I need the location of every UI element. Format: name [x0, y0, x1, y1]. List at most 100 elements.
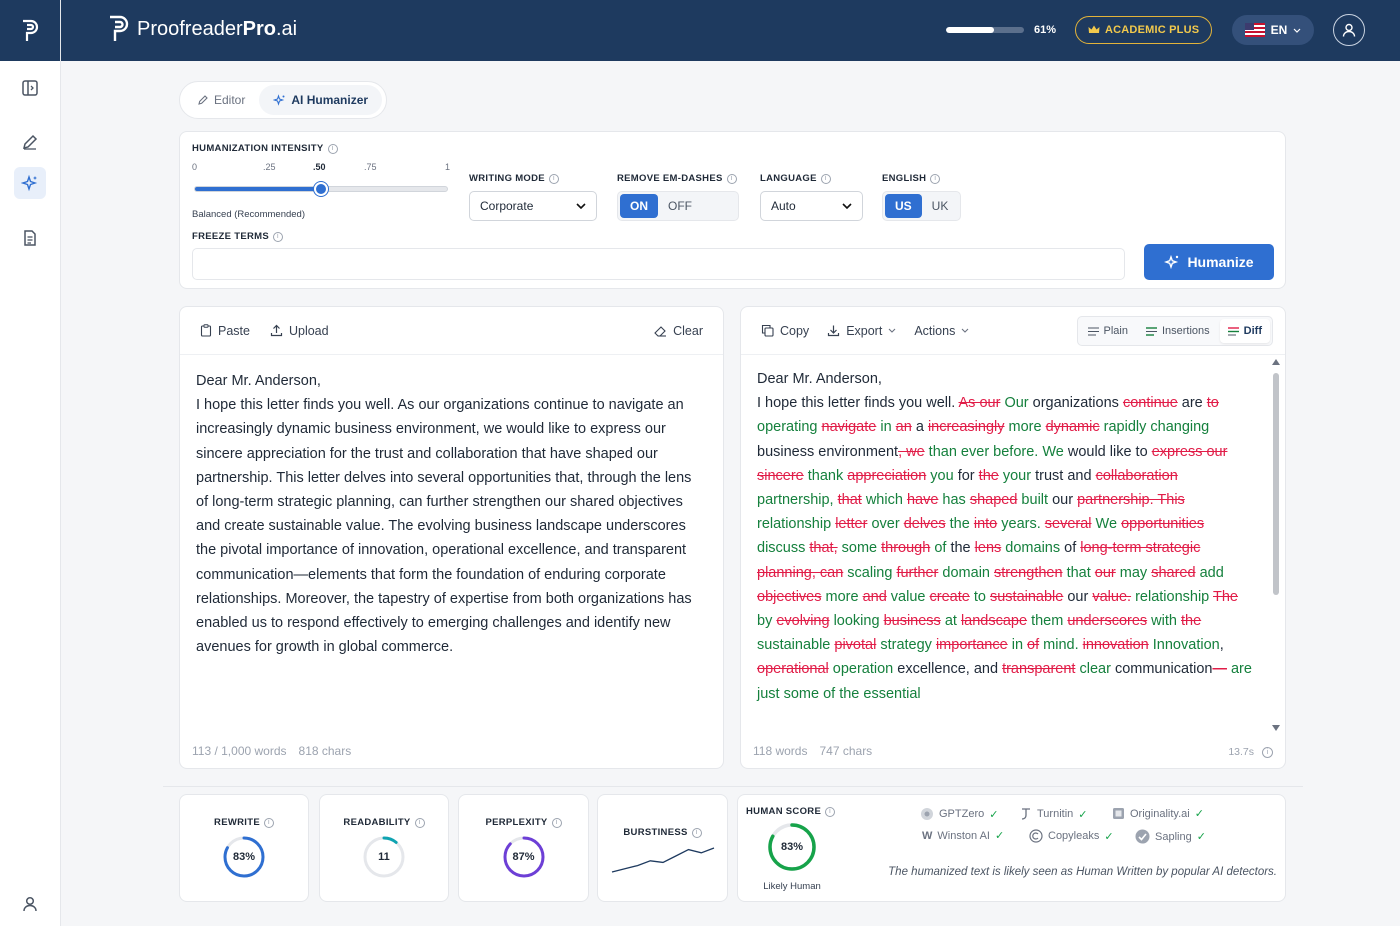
english-variant-toggle: US UK — [882, 191, 961, 221]
turnitin-icon — [1021, 808, 1030, 820]
sidebar — [0, 0, 61, 926]
info-icon[interactable]: i — [726, 173, 737, 184]
top-bar: ProofreaderPro.ai 61% ACADEMIC PLUS EN — [61, 0, 1400, 61]
info-icon[interactable]: i — [414, 817, 425, 828]
inserted-text: than ever before. We — [924, 443, 1068, 460]
input-text-area[interactable]: Dear Mr. Anderson, I hope this letter fi… — [180, 355, 723, 673]
tick-label: .75 — [364, 162, 377, 172]
inserted-text: has — [938, 492, 970, 509]
metric-label: READABILITY i — [320, 817, 448, 828]
deleted-text: pivotal — [834, 637, 877, 654]
inserted-text: relationship — [757, 516, 836, 533]
document-icon — [24, 230, 36, 246]
inserted-text: discuss — [757, 540, 810, 557]
input-body: I hope this letter finds you well. As ou… — [196, 397, 692, 656]
sidebar-toggle-button[interactable] — [14, 72, 46, 104]
info-icon[interactable]: i — [691, 827, 702, 838]
unchanged-text: communication — [1114, 661, 1213, 678]
scroll-down-icon[interactable] — [1272, 725, 1280, 731]
tab-ai-humanizer[interactable]: AI Humanizer — [259, 85, 383, 115]
deleted-text: our — [1094, 564, 1116, 581]
info-icon[interactable]: i — [263, 817, 274, 828]
copy-button[interactable]: Copy — [761, 324, 809, 338]
deleted-text: the — [1181, 613, 1202, 630]
sidebar-item-account[interactable] — [14, 888, 46, 920]
info-icon[interactable]: i — [930, 173, 941, 184]
upload-button[interactable]: Upload — [270, 324, 329, 338]
copyleaks-icon — [1029, 829, 1043, 843]
em-dash-off-option[interactable]: OFF — [658, 194, 702, 218]
profile-button[interactable] — [1333, 14, 1365, 46]
view-diff[interactable]: Diff — [1219, 319, 1270, 343]
inserted-text: over — [867, 516, 904, 533]
clear-button[interactable]: Clear — [654, 324, 703, 338]
paste-button[interactable]: Paste — [200, 324, 250, 338]
inserted-text: sustainable — [757, 637, 835, 654]
sidebar-item-documents[interactable] — [14, 222, 46, 254]
output-diff-text[interactable]: Dear Mr. Anderson, I hope this letter fi… — [741, 355, 1285, 723]
intensity-slider[interactable] — [194, 182, 448, 196]
intensity-slider-handle[interactable] — [314, 182, 328, 196]
inserted-text: them — [1027, 613, 1068, 630]
view-insertions[interactable]: Insertions — [1138, 319, 1218, 343]
inserted-text: mind. — [1039, 637, 1083, 654]
english-uk-option[interactable]: UK — [922, 194, 959, 218]
language-selector[interactable]: EN — [1232, 15, 1314, 45]
export-button[interactable]: Export — [827, 324, 896, 338]
plan-badge[interactable]: ACADEMIC PLUS — [1075, 16, 1213, 44]
upload-label: Upload — [288, 323, 329, 338]
inserted-text: clear — [1075, 661, 1115, 678]
info-icon[interactable]: i — [551, 817, 562, 828]
clipboard-icon — [200, 324, 212, 337]
sapling-icon — [1135, 829, 1150, 844]
copy-label: Copy — [780, 323, 810, 338]
unchanged-text: , — [1219, 637, 1224, 654]
info-icon[interactable]: i — [820, 173, 831, 184]
scroll-up-icon[interactable] — [1272, 359, 1280, 365]
actions-label: Actions — [914, 323, 956, 338]
output-time: 13.7s — [1228, 746, 1254, 758]
english-us-option[interactable]: US — [885, 194, 922, 218]
deleted-text: shared — [1151, 564, 1196, 581]
sidebar-item-editor[interactable] — [14, 126, 46, 158]
metric-label-text: REWRITE — [214, 817, 260, 828]
inserted-text: strategy — [876, 637, 936, 654]
em-dash-label-text: REMOVE EM-DASHES — [617, 173, 723, 184]
gptzero-icon — [921, 808, 933, 820]
inserted-text: the — [945, 516, 974, 533]
detector-sapling: Sapling ✓ — [1135, 829, 1206, 844]
info-icon[interactable]: i — [1262, 746, 1273, 758]
output-scrollbar[interactable] — [1272, 359, 1280, 731]
info-icon[interactable]: i — [825, 806, 836, 817]
info-icon[interactable]: i — [327, 143, 338, 154]
info-icon[interactable]: i — [272, 231, 283, 242]
inserted-text: partnership, — [757, 492, 838, 509]
humanize-button[interactable]: Humanize — [1144, 244, 1274, 280]
em-dash-on-option[interactable]: ON — [620, 194, 658, 218]
writing-mode-select[interactable]: Corporate — [469, 191, 597, 221]
scroll-thumb[interactable] — [1273, 373, 1279, 595]
actions-menu[interactable]: Actions — [914, 324, 969, 338]
diff-icon — [1227, 326, 1239, 335]
logo-icon — [23, 19, 39, 41]
detector-name: Winston AI — [937, 829, 990, 842]
view-plain-label: Plain — [1103, 325, 1128, 337]
view-plain[interactable]: Plain — [1080, 319, 1136, 343]
tab-editor[interactable]: Editor — [183, 85, 259, 115]
brand-logo[interactable]: ProofreaderPro.ai — [107, 14, 297, 44]
burstiness-sparkline — [611, 847, 715, 873]
chevron-down-icon — [961, 328, 969, 333]
language-select[interactable]: Auto — [760, 191, 863, 221]
sidebar-logo[interactable] — [0, 0, 60, 61]
output-panel: Copy Export Actions Plain Insertions Dif… — [740, 306, 1286, 769]
inserted-text: which — [861, 492, 907, 509]
freeze-terms-input[interactable] — [192, 248, 1125, 280]
tick-label: .50 — [313, 162, 326, 172]
unchanged-text: are — [1177, 395, 1207, 412]
inserted-text: domains — [1001, 540, 1065, 557]
inserted-text: with — [1147, 613, 1181, 630]
sidebar-item-humanizer[interactable] — [14, 167, 46, 199]
inserted-text: built — [1017, 492, 1053, 509]
us-flag-icon — [1244, 23, 1265, 37]
info-icon[interactable]: i — [548, 173, 559, 184]
